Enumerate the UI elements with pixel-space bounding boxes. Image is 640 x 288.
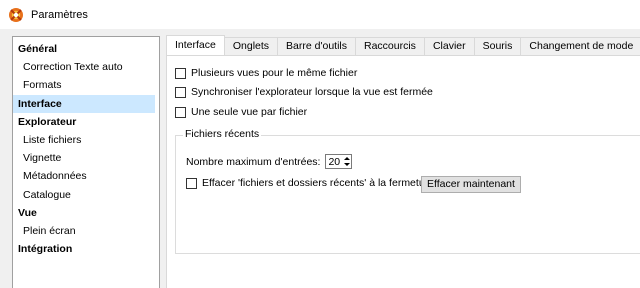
spin-up-icon[interactable] — [344, 156, 351, 160]
category-list: Général Correction Texte auto Formats In… — [13, 37, 159, 258]
multiple-views-checkbox[interactable] — [175, 67, 186, 79]
sidebar-item-integration[interactable]: Intégration — [13, 240, 159, 258]
settings-category-tree[interactable]: Général Correction Texte auto Formats In… — [12, 36, 160, 288]
max-entries-spinbox[interactable]: 20 — [325, 154, 353, 169]
settings-tab-bar: Interface Onglets Barre d'outils Raccour… — [166, 35, 640, 55]
multiple-views-label: Plusieurs vues pour le même fichier — [191, 67, 358, 79]
sidebar-item-explorer[interactable]: Explorateur — [13, 113, 159, 131]
clear-on-close-option[interactable]: Effacer 'fichiers et dossiers récents' à… — [186, 177, 434, 189]
tab-onglets[interactable]: Onglets — [223, 37, 279, 55]
sidebar-item-interface[interactable]: Interface — [13, 94, 155, 113]
sidebar-item-metadata[interactable]: Métadonnées — [13, 167, 159, 185]
spin-arrows[interactable] — [343, 155, 351, 168]
tab-keyboard[interactable]: Clavier — [423, 37, 475, 55]
sync-explorer-option[interactable]: Synchroniser l'explorateur lorsque la vu… — [175, 86, 433, 98]
spin-down-icon[interactable] — [344, 163, 351, 167]
single-view-checkbox[interactable] — [175, 106, 186, 118]
sidebar-item-file-list[interactable]: Liste fichiers — [13, 131, 159, 149]
single-view-option[interactable]: Une seule vue par fichier — [175, 106, 307, 118]
clear-on-close-checkbox[interactable] — [186, 177, 197, 189]
tab-mouse[interactable]: Souris — [473, 37, 522, 55]
max-entries-row: Nombre maximum d'entrées: 20 — [186, 154, 353, 169]
tab-toolbar[interactable]: Barre d'outils — [277, 37, 356, 55]
multiple-views-option[interactable]: Plusieurs vues pour le même fichier — [175, 67, 357, 79]
sidebar-item-view[interactable]: Vue — [13, 204, 159, 222]
sidebar-item-formats[interactable]: Formats — [13, 76, 159, 94]
recent-files-group: Fichiers récents Nombre maximum d'entrée… — [175, 128, 640, 254]
max-entries-value[interactable]: 20 — [326, 156, 343, 168]
interface-settings-panel: Plusieurs vues pour le même fichier Sync… — [166, 55, 640, 288]
sync-explorer-label: Synchroniser l'explorateur lorsque la vu… — [191, 86, 433, 98]
title-bar: Paramètres — [0, 0, 640, 29]
single-view-label: Une seule vue par fichier — [191, 106, 308, 118]
clear-on-close-label: Effacer 'fichiers et dossiers récents' à… — [202, 177, 434, 189]
clear-now-button[interactable]: Effacer maintenant — [421, 176, 521, 193]
sidebar-item-fullscreen[interactable]: Plein écran — [13, 222, 159, 240]
sync-explorer-checkbox[interactable] — [175, 86, 186, 98]
tab-interface[interactable]: Interface — [166, 35, 225, 55]
window-title: Paramètres — [31, 8, 88, 21]
sidebar-item-autocorrect[interactable]: Correction Texte auto — [13, 58, 159, 76]
max-entries-label: Nombre maximum d'entrées: — [186, 155, 321, 168]
tab-mode-change[interactable]: Changement de mode — [520, 37, 640, 55]
sidebar-item-general[interactable]: Général — [13, 40, 159, 58]
xnview-app-icon — [9, 7, 23, 22]
sidebar-item-catalog[interactable]: Catalogue — [13, 186, 159, 204]
tab-shortcuts[interactable]: Raccourcis — [355, 37, 425, 55]
sidebar-item-thumbnail[interactable]: Vignette — [13, 149, 159, 167]
recent-files-group-title: Fichiers récents — [183, 128, 262, 140]
